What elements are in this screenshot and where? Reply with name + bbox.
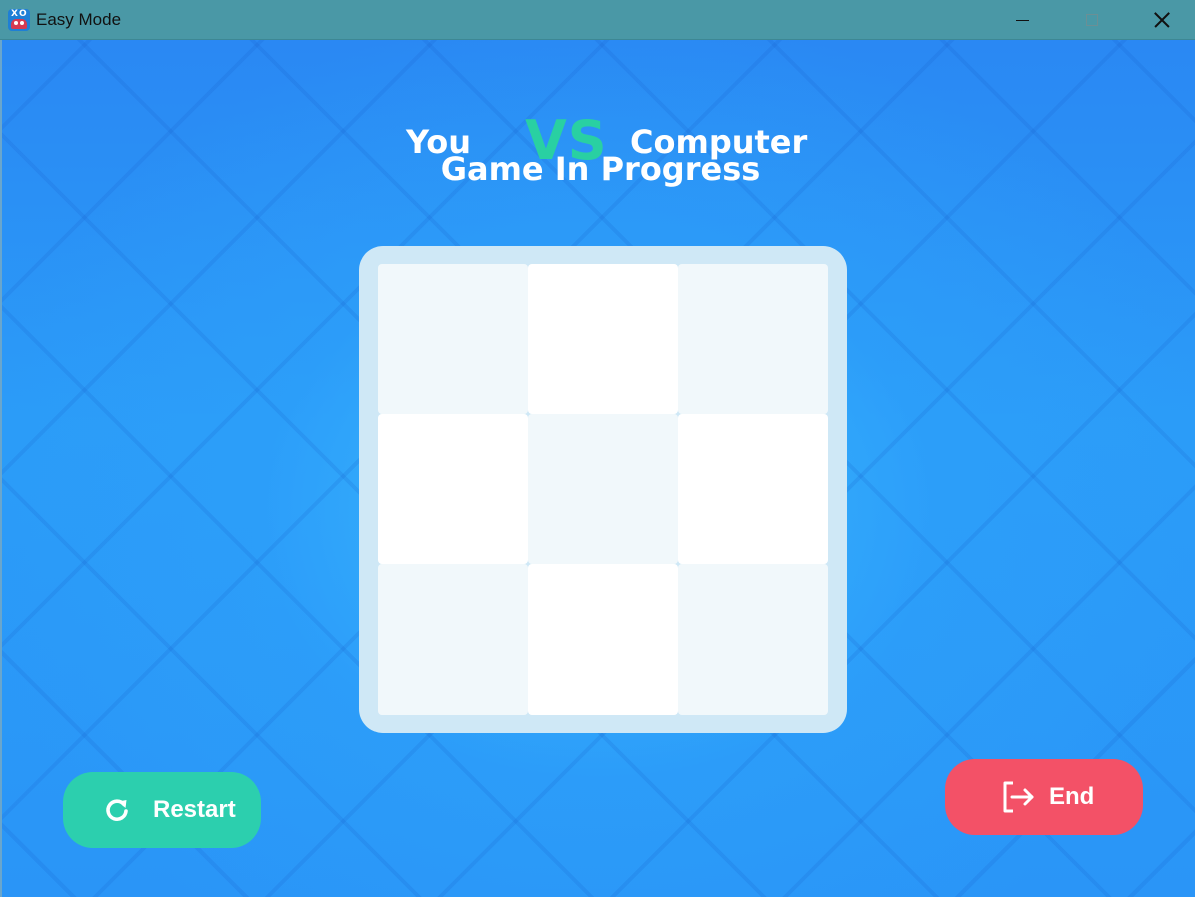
close-icon (1154, 12, 1170, 28)
restart-icon (106, 799, 128, 821)
board-cell-5[interactable] (528, 414, 678, 564)
exit-icon (1003, 781, 1034, 813)
tic-tac-toe-board (378, 264, 828, 715)
end-button[interactable]: End (945, 759, 1143, 835)
tic-tac-toe-robot-icon: X O (8, 9, 30, 31)
board-cell-9[interactable] (678, 564, 828, 715)
board-cell-2[interactable] (528, 264, 678, 414)
board-frame (359, 246, 847, 733)
board-cell-8[interactable] (528, 564, 678, 715)
minimize-button[interactable] (987, 0, 1057, 40)
maximize-button[interactable] (1057, 0, 1127, 40)
restart-label: Restart (153, 796, 236, 823)
game-area: You VS Computer Game In Progress Restart… (2, 40, 1195, 897)
board-cell-1[interactable] (378, 264, 528, 414)
board-cell-3[interactable] (678, 264, 828, 414)
close-button[interactable] (1127, 0, 1195, 40)
minimize-icon (1015, 19, 1029, 21)
game-window: X O Easy Mode You VS Computer Game In Pr… (0, 0, 1195, 897)
board-cell-6[interactable] (678, 414, 828, 564)
board-cell-7[interactable] (378, 564, 528, 715)
board-cell-4[interactable] (378, 414, 528, 564)
window-title: Easy Mode (36, 10, 122, 29)
end-label: End (1049, 783, 1095, 810)
title-bar[interactable]: X O Easy Mode (0, 0, 1195, 40)
maximize-icon (1086, 14, 1098, 26)
restart-button[interactable]: Restart (63, 772, 261, 848)
game-status: Game In Progress (440, 150, 761, 188)
